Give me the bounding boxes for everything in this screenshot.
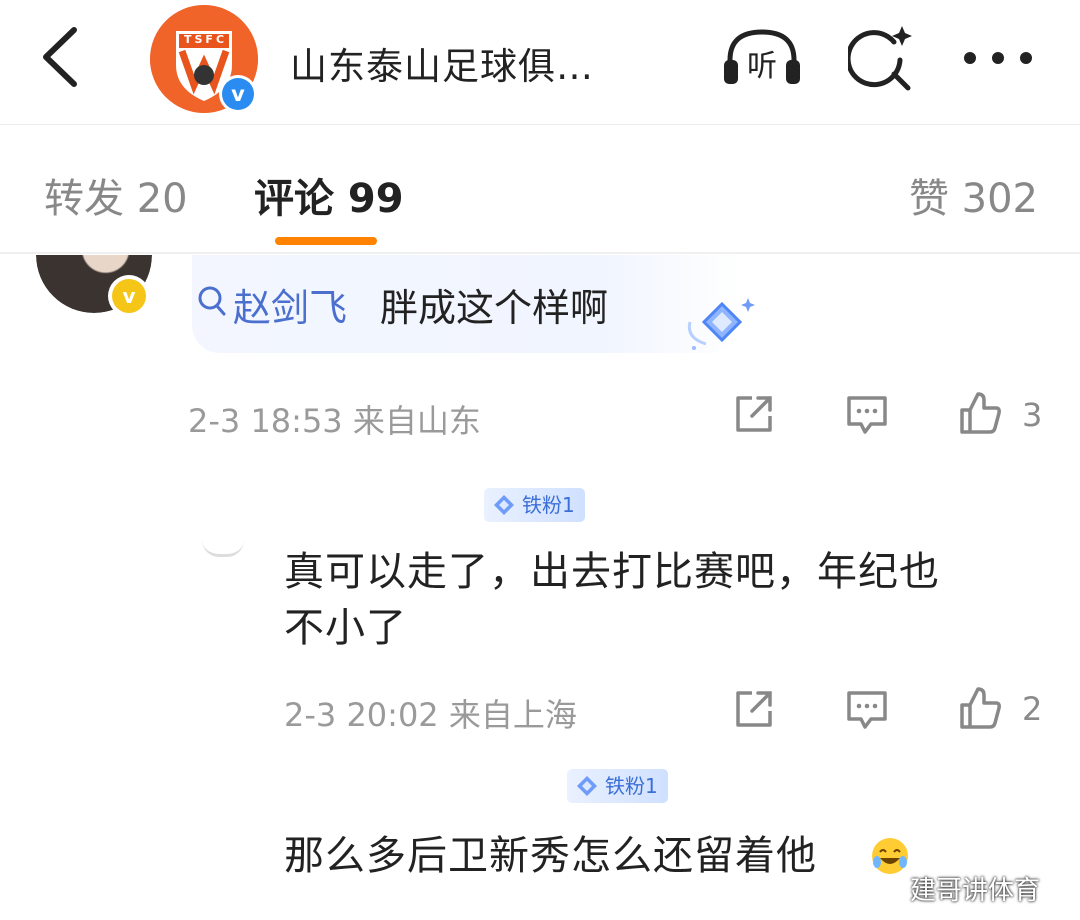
verified-mark: v: [222, 78, 254, 110]
svg-text:听: 听: [747, 49, 777, 84]
search-icon: [198, 286, 226, 316]
watermark: 建哥讲体育: [910, 876, 1041, 906]
top-bar: TSFC v 山东泰山足球俱… 听: [0, 0, 1080, 125]
comment-icon[interactable]: [845, 687, 889, 731]
comment-text-line2: 不小了: [284, 605, 407, 651]
comment-time-location: 2-3 18:53 来自山东: [188, 402, 481, 440]
active-tab-indicator: [275, 237, 377, 245]
page-title[interactable]: 山东泰山足球俱…: [290, 36, 594, 90]
fan-badge: 铁粉1: [567, 769, 668, 803]
comment-text: 胖成这个样啊: [380, 286, 609, 330]
comment-text-line1: 真可以走了，出去打比赛吧，年纪也: [284, 549, 940, 595]
tab-likes[interactable]: 赞 302: [909, 166, 1038, 224]
avatar-edge: [202, 540, 244, 557]
vip-mark: v: [112, 279, 146, 313]
tab-reposts[interactable]: 转发 20: [44, 166, 188, 224]
share-icon[interactable]: [732, 392, 776, 436]
diamond-icon: [577, 776, 597, 796]
comment-icon[interactable]: [845, 392, 889, 436]
thumbs-up-icon[interactable]: [958, 390, 1002, 434]
search-link[interactable]: 赵剑飞: [233, 277, 347, 332]
laughing-emoji-icon: [872, 838, 908, 874]
diamond-icon: [494, 495, 514, 515]
comment-time-location: 2-3 20:02 来自上海: [284, 696, 577, 734]
logo-text: TSFC: [184, 33, 228, 46]
like-count: 3: [1022, 396, 1043, 434]
diamond-sparkle-icon: [687, 298, 755, 350]
share-icon[interactable]: [732, 687, 776, 731]
headphones-listen-icon[interactable]: 听: [720, 26, 804, 90]
fan-badge: 铁粉1: [484, 488, 585, 522]
verified-badge: v: [219, 75, 257, 113]
more-dots-icon[interactable]: [962, 50, 1034, 66]
tab-comments[interactable]: 评论 99: [254, 166, 404, 224]
comment-text: 那么多后卫新秀怎么还留着他: [284, 833, 817, 879]
fan-badge-label: 铁粉1: [522, 493, 575, 517]
search-sparkle-icon[interactable]: [848, 24, 914, 92]
vip-badge: v: [108, 275, 150, 317]
chevron-left-icon[interactable]: [36, 22, 86, 92]
tab-divider: [0, 252, 1080, 254]
thumbs-up-icon[interactable]: [958, 685, 1002, 729]
fan-badge-label: 铁粉1: [605, 774, 658, 798]
like-count: 2: [1022, 690, 1043, 728]
